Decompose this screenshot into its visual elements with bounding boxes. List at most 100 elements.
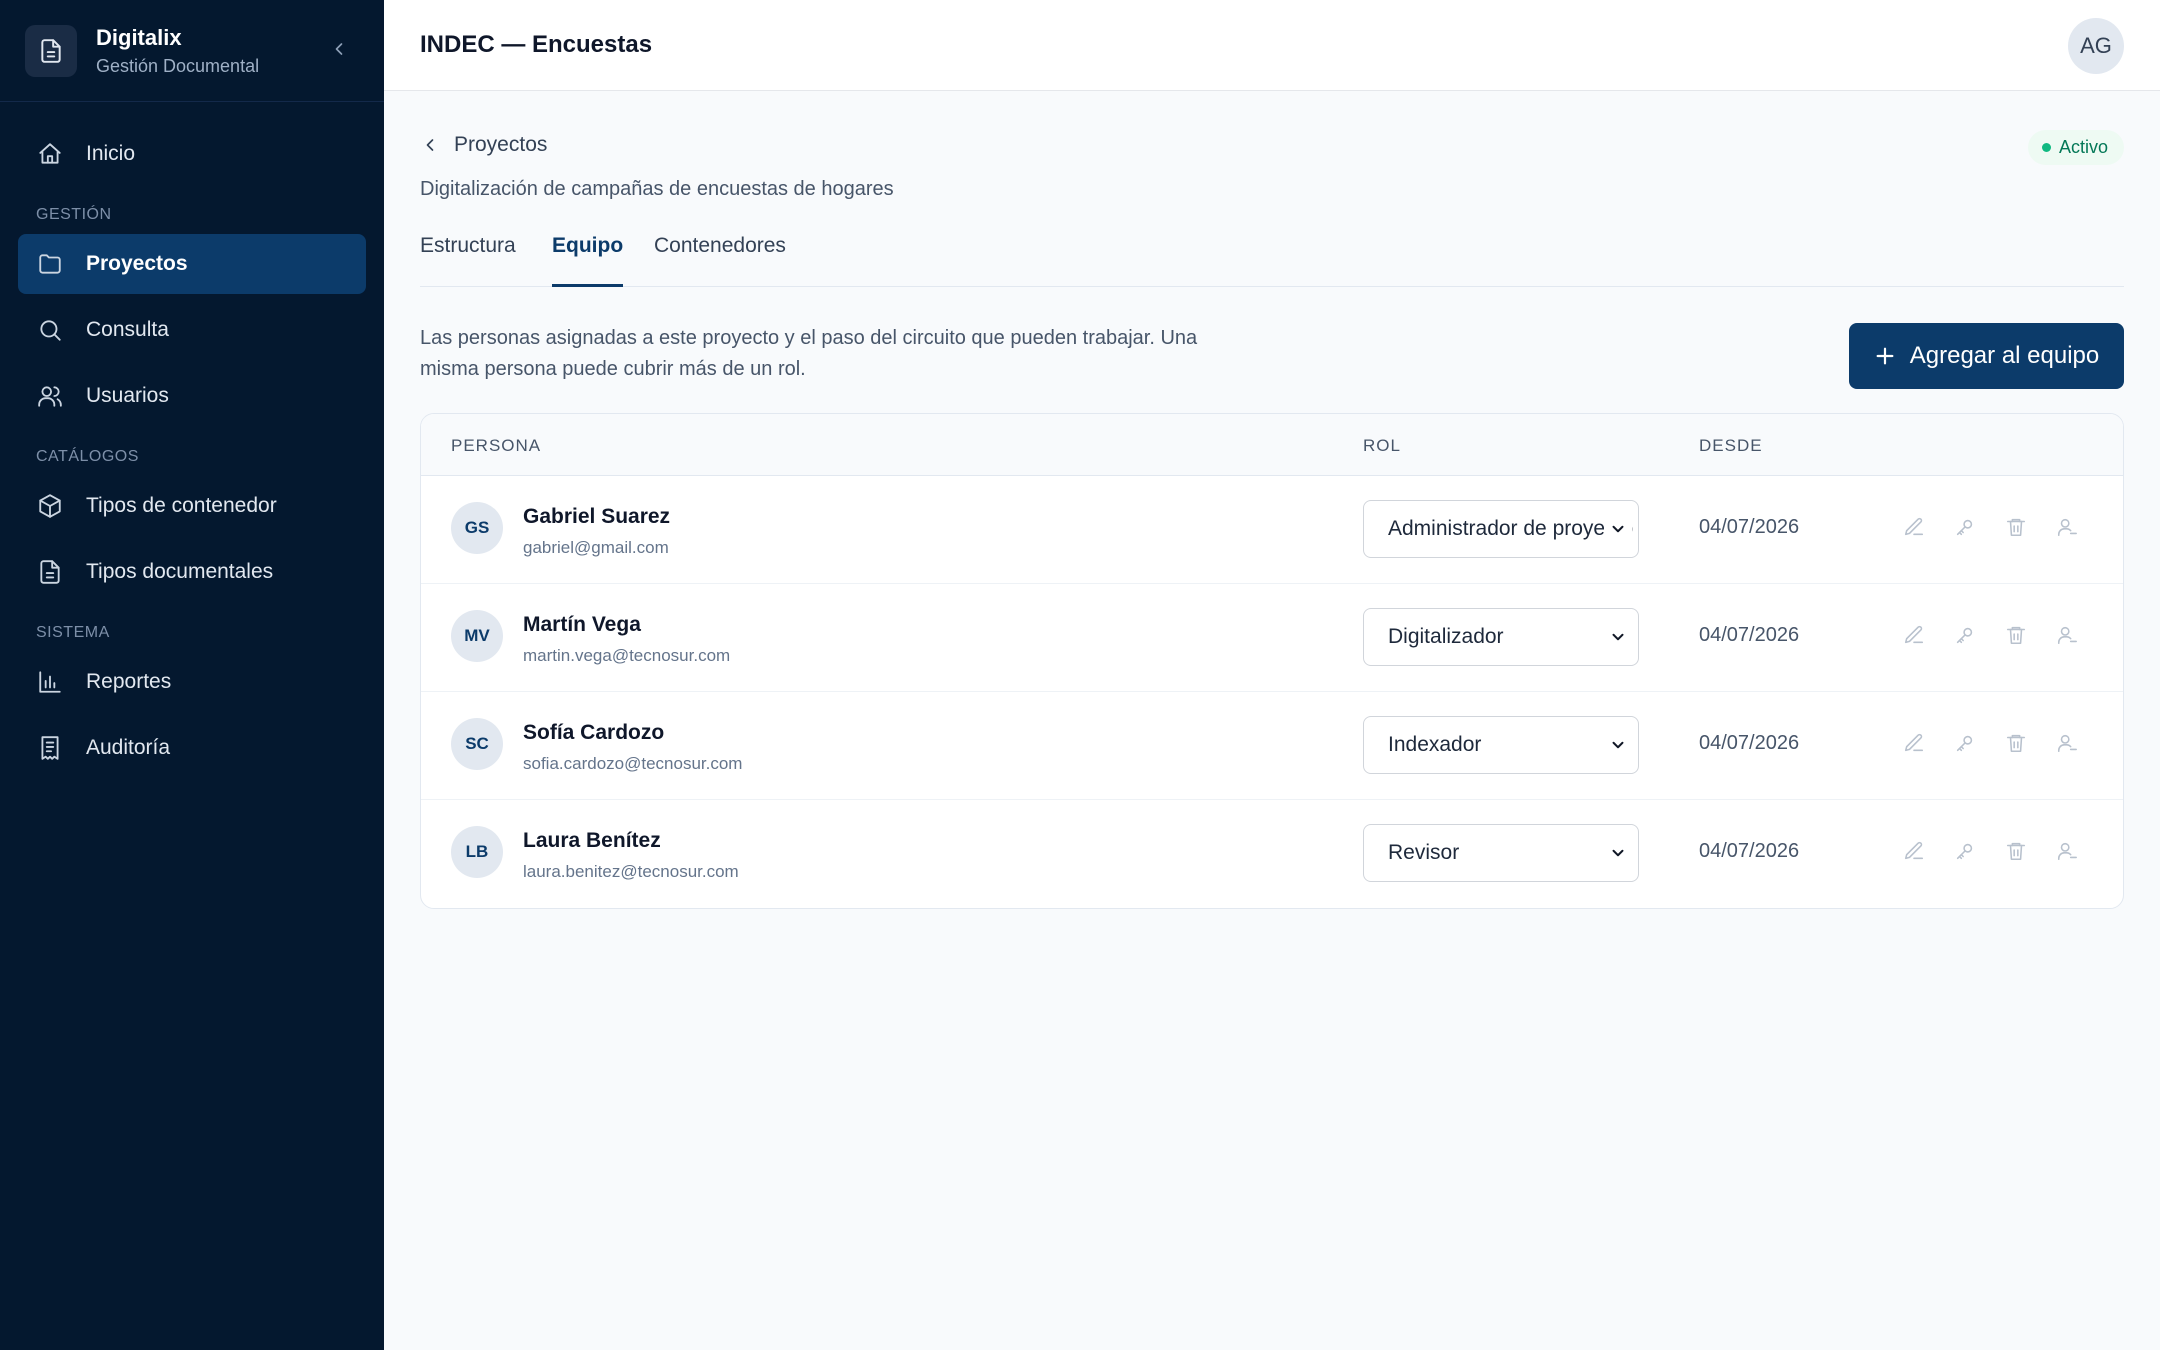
sidebar-item-label: Proyectos xyxy=(86,252,188,275)
home-icon xyxy=(36,140,64,168)
table-row: MV Martín Vega martin.vega@tecnosur.com Dig… xyxy=(421,584,2123,692)
sidebar-item-inicio[interactable]: Inicio xyxy=(18,124,366,184)
trash-icon[interactable] xyxy=(2003,730,2029,756)
chevron-down-icon xyxy=(1604,825,1632,881)
status-badge: Activo xyxy=(2027,130,2124,165)
bar-chart-icon xyxy=(36,668,64,696)
user-avatar[interactable]: AG xyxy=(2068,18,2124,74)
nav-section-gestión: GESTIÓN xyxy=(36,206,112,223)
member-email: gabriel@gmail.com xyxy=(523,538,669,557)
role-select[interactable]: Administrador de proyecto xyxy=(1363,500,1639,558)
member-name: Sofía Cardozo xyxy=(523,721,665,744)
column-header-since: DESDE xyxy=(1699,436,1763,455)
remove-user-icon[interactable] xyxy=(2054,622,2080,648)
avatar: GS xyxy=(451,502,503,554)
member-name: Martín Vega xyxy=(523,613,641,636)
document-icon xyxy=(36,558,64,586)
status-dot xyxy=(2041,143,2051,152)
sidebar-item-consulta[interactable]: Consulta xyxy=(18,300,366,360)
edit-icon[interactable] xyxy=(1901,730,1927,756)
sidebar-item-label: Tipos de contenedor xyxy=(86,494,277,517)
chevron-down-icon xyxy=(1604,717,1632,773)
sidebar-item-label: Tipos documentales xyxy=(86,560,274,583)
sidebar-item-label: Reportes xyxy=(86,670,172,693)
back-link[interactable]: Proyectos xyxy=(420,133,547,157)
trash-icon[interactable] xyxy=(2003,622,2029,648)
role-select-value: Digitalizador xyxy=(1388,625,1504,648)
member-name: Laura Benítez xyxy=(523,829,661,852)
sidebar-item-reportes[interactable]: Reportes xyxy=(18,652,366,712)
top-header: INDEC — Encuestas AG xyxy=(384,0,2160,91)
page-title: INDEC — Encuestas xyxy=(420,31,653,58)
search-icon xyxy=(36,316,64,344)
edit-icon[interactable] xyxy=(1901,838,1927,864)
row-actions xyxy=(1901,514,2105,540)
back-link-label: Proyectos xyxy=(454,133,548,156)
role-select-value: Indexador xyxy=(1388,733,1482,756)
column-header-role: ROL xyxy=(1363,436,1401,455)
users-icon xyxy=(36,382,64,410)
member-email: martin.vega@tecnosur.com xyxy=(523,646,731,665)
role-select[interactable]: Indexador xyxy=(1363,716,1639,774)
team-intro: Las personas asignadas a este proyecto y… xyxy=(420,327,1198,380)
member-since: 04/07/2026 xyxy=(1699,624,1800,646)
nav-section-catálogos: CATÁLOGOS xyxy=(36,448,139,465)
member-email: laura.benitez@tecnosur.com xyxy=(523,862,739,881)
team-table: PERSONA ROL DESDE GS Gabriel Suarez gabrie… xyxy=(420,413,2124,909)
key-icon[interactable] xyxy=(1952,622,1978,648)
chevron-left-icon xyxy=(329,39,349,64)
sidebar-item-label: Consulta xyxy=(86,318,169,341)
brand: Digitalix Gestión Documental xyxy=(0,0,384,102)
avatar: LB xyxy=(451,826,503,878)
role-select[interactable]: Digitalizador xyxy=(1363,608,1639,666)
nav-section-sistema: SISTEMA xyxy=(36,624,110,641)
project-description: Digitalización de campañas de encuestas … xyxy=(420,178,894,200)
avatar: MV xyxy=(451,610,503,662)
tabs: Estructura Equipo Contenedores xyxy=(420,231,2124,287)
sidebar-item-auditoría[interactable]: Auditoría xyxy=(18,718,366,778)
member-since: 04/07/2026 xyxy=(1699,516,1800,538)
key-icon[interactable] xyxy=(1952,730,1978,756)
sidebar-item-label: Auditoría xyxy=(86,736,171,759)
sidebar-item-tipos-documentales[interactable]: Tipos documentales xyxy=(18,542,366,602)
box-icon xyxy=(36,492,64,520)
chevron-down-icon xyxy=(1604,609,1632,665)
edit-icon[interactable] xyxy=(1901,514,1927,540)
sidebar-item-usuarios[interactable]: Usuarios xyxy=(18,366,366,426)
role-select[interactable]: Revisor xyxy=(1363,824,1639,882)
trash-icon[interactable] xyxy=(2003,514,2029,540)
member-since: 04/07/2026 xyxy=(1699,840,1800,862)
sidebar-item-tipos-de-contenedor[interactable]: Tipos de contenedor xyxy=(18,476,366,536)
tab-estructura[interactable]: Estructura xyxy=(420,231,516,287)
row-actions xyxy=(1901,838,2105,864)
member-name: Gabriel Suarez xyxy=(523,505,671,528)
key-icon[interactable] xyxy=(1952,838,1978,864)
sidebar-item-label: Inicio xyxy=(86,142,136,165)
add-to-team-label: Agregar al equipo xyxy=(1909,342,2100,369)
remove-user-icon[interactable] xyxy=(2054,514,2080,540)
collapse-sidebar-button[interactable] xyxy=(326,38,352,64)
table-header: PERSONA ROL DESDE xyxy=(421,414,2123,476)
table-row: SC Sofía Cardozo sofia.cardozo@tecnosur.co… xyxy=(421,692,2123,800)
plus-icon xyxy=(1874,345,1896,367)
sidebar-item-label: Usuarios xyxy=(86,384,169,407)
role-select-value: Administrador de proyecto xyxy=(1388,517,1634,540)
receipt-icon xyxy=(36,734,64,762)
trash-icon[interactable] xyxy=(2003,838,2029,864)
folder-icon xyxy=(36,250,64,278)
remove-user-icon[interactable] xyxy=(2054,730,2080,756)
key-icon[interactable] xyxy=(1952,514,1978,540)
add-to-team-button[interactable]: Agregar al equipo xyxy=(1849,323,2124,389)
brand-subtitle: Gestión Documental xyxy=(96,55,260,76)
row-actions xyxy=(1901,622,2105,648)
member-since: 04/07/2026 xyxy=(1699,732,1800,754)
avatar: SC xyxy=(451,718,503,770)
row-actions xyxy=(1901,730,2105,756)
tab-contenedores[interactable]: Contenedores xyxy=(654,231,786,287)
edit-icon[interactable] xyxy=(1901,622,1927,648)
sidebar-item-proyectos[interactable]: Proyectos xyxy=(18,234,366,294)
tab-equipo[interactable]: Equipo xyxy=(552,231,624,287)
remove-user-icon[interactable] xyxy=(2054,838,2080,864)
brand-name: Digitalix xyxy=(96,24,182,50)
role-select-value: Revisor xyxy=(1388,841,1460,864)
